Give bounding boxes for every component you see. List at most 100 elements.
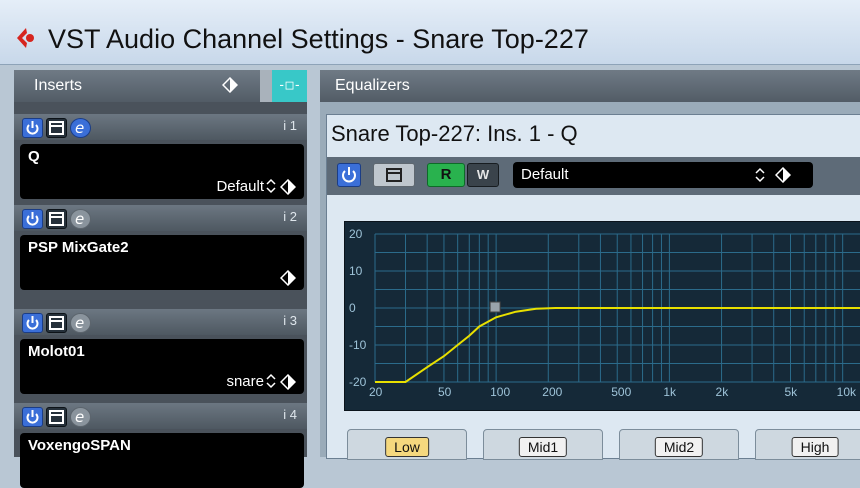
y-tick-label: -20 [349, 375, 367, 389]
svg-text:e: e [75, 314, 84, 332]
insert-2-edit-e-button[interactable]: e [70, 209, 91, 229]
insert-2-edit-window-button[interactable] [46, 209, 67, 229]
insert-slot-number: i 1 [283, 118, 297, 133]
band-tab-mid2[interactable]: Mid2 [619, 429, 739, 460]
svg-text:e: e [75, 210, 84, 228]
band-tab-label: Mid1 [518, 437, 568, 457]
x-tick-label: 50 [438, 385, 452, 399]
window-icon [49, 121, 64, 135]
insert-4-power-button[interactable] [22, 407, 43, 427]
window-icon [386, 168, 402, 182]
insert-slot-bar: e i 1 [14, 114, 307, 140]
inserts-bypass-button[interactable]: -□- [272, 70, 307, 102]
preset-diamond-icon[interactable] [775, 167, 791, 183]
insert-3-plugin-box[interactable]: Molot01 snare [20, 339, 304, 394]
insert-4-plugin-box[interactable]: VoxengoSPAN [20, 433, 304, 488]
edit-e-icon: e [75, 314, 84, 332]
edit-e-icon: e [75, 408, 84, 426]
insert-plugin-name: PSP MixGate2 [28, 239, 129, 256]
power-icon [26, 121, 39, 135]
x-tick-label: 2k [716, 385, 730, 399]
insert-4-edit-window-button[interactable] [46, 407, 67, 427]
write-automation-button[interactable]: W [467, 163, 499, 187]
insert-3-edit-window-button[interactable] [46, 313, 67, 333]
eq-plugin-toolbar: R W Default [327, 157, 860, 195]
eq-band-handle [489, 301, 501, 313]
equalizers-header: Equalizers [320, 70, 860, 102]
y-tick-label: 0 [349, 301, 356, 315]
power-icon [342, 167, 356, 183]
edit-e-icon: e [75, 119, 84, 137]
x-tick-label: 100 [490, 385, 510, 399]
insert-plugin-name: Molot01 [28, 343, 85, 360]
y-tick-label: 20 [349, 227, 363, 241]
inserts-header: Inserts -□- [14, 70, 307, 102]
x-tick-label: 10k [837, 385, 857, 399]
band-tab-label: High [791, 437, 839, 457]
read-automation-button[interactable]: R [427, 163, 465, 187]
svg-text:e: e [75, 408, 84, 426]
x-tick-label: 5k [785, 385, 799, 399]
x-tick-label: 1k [663, 385, 677, 399]
insert-slot-number: i 3 [283, 313, 297, 328]
insert-2-power-button[interactable] [22, 209, 43, 229]
insert-1-edit-e-button[interactable]: e [70, 118, 91, 138]
power-icon [26, 316, 39, 330]
insert-preset-name: Default [216, 178, 264, 195]
insert-2-plugin-box[interactable]: PSP MixGate2 [20, 235, 304, 290]
insert-3-power-button[interactable] [22, 313, 43, 333]
band-tab-mid1[interactable]: Mid1 [483, 429, 603, 460]
x-tick-label: 20 [369, 385, 383, 399]
band-tab-low[interactable]: Low [347, 429, 467, 460]
eq-power-button[interactable] [337, 163, 361, 187]
inserts-header-label: Inserts [34, 77, 83, 94]
insert-1-power-button[interactable] [22, 118, 43, 138]
insert-slot-bar: e i 2 [14, 205, 307, 231]
equalizers-header-label: Equalizers [335, 77, 410, 94]
eq-preset-name: Default [521, 166, 569, 183]
edit-e-icon: e [75, 210, 84, 228]
insert-slot-number: i 4 [283, 407, 297, 422]
inserts-separator [260, 70, 272, 102]
power-icon [26, 410, 39, 424]
insert-plugin-name: VoxengoSPAN [28, 437, 131, 454]
insert-4-edit-e-button[interactable]: e [70, 407, 91, 427]
eq-edit-window-button[interactable] [373, 163, 415, 187]
y-tick-label: 10 [349, 264, 363, 278]
insert-slot-bar: e i 3 [14, 309, 307, 335]
band-tab-label: Mid2 [654, 437, 704, 457]
x-tick-label: 500 [611, 385, 631, 399]
eq-plugin-window: Snare Top-227: Ins. 1 - Q R W Default 20… [326, 114, 860, 460]
equalizers-panel: Equalizers Snare Top-227: Ins. 1 - Q R W… [320, 70, 860, 460]
eq-preset-selector[interactable]: Default [513, 162, 813, 188]
window-title-bar: VST Audio Channel Settings - Snare Top-2… [0, 0, 860, 65]
inserts-panel: Inserts -□- e i 1 Q Default e i 2 PSP Mi… [14, 70, 307, 488]
x-tick-label: 200 [542, 385, 562, 399]
preset-diamond-icon[interactable] [280, 374, 296, 390]
window-icon [49, 212, 64, 226]
spinner-arrows-icon[interactable] [266, 373, 276, 389]
insert-plugin-name: Q [28, 148, 40, 165]
insert-slot-number: i 2 [283, 209, 297, 224]
band-tab-high[interactable]: High [755, 429, 860, 460]
inserts-preset-diamond-icon[interactable] [222, 77, 238, 93]
eq-frequency-graph[interactable]: 20100-10-2020501002005001k2k5k10k20 [344, 221, 860, 411]
window-icon [49, 410, 64, 424]
insert-preset-name: snare [226, 373, 264, 390]
cubase-logo-icon [17, 28, 34, 48]
y-tick-label: -10 [349, 338, 367, 352]
window-title: VST Audio Channel Settings - Snare Top-2… [48, 24, 589, 54]
insert-3-edit-e-button[interactable]: e [70, 313, 91, 333]
window-icon [49, 316, 64, 330]
spinner-arrows-icon[interactable] [266, 178, 276, 194]
band-tab-label: Low [385, 437, 429, 457]
eq-plugin-title: Snare Top-227: Ins. 1 - Q [331, 121, 578, 146]
insert-1-plugin-box[interactable]: Q Default [20, 144, 304, 199]
insert-1-edit-window-button[interactable] [46, 118, 67, 138]
insert-slot-bar: e i 4 [14, 403, 307, 429]
svg-text:e: e [75, 119, 84, 137]
power-icon [26, 212, 39, 226]
spinner-arrows-icon[interactable] [755, 167, 765, 183]
preset-diamond-icon[interactable] [280, 179, 296, 195]
preset-diamond-icon[interactable] [280, 270, 296, 286]
